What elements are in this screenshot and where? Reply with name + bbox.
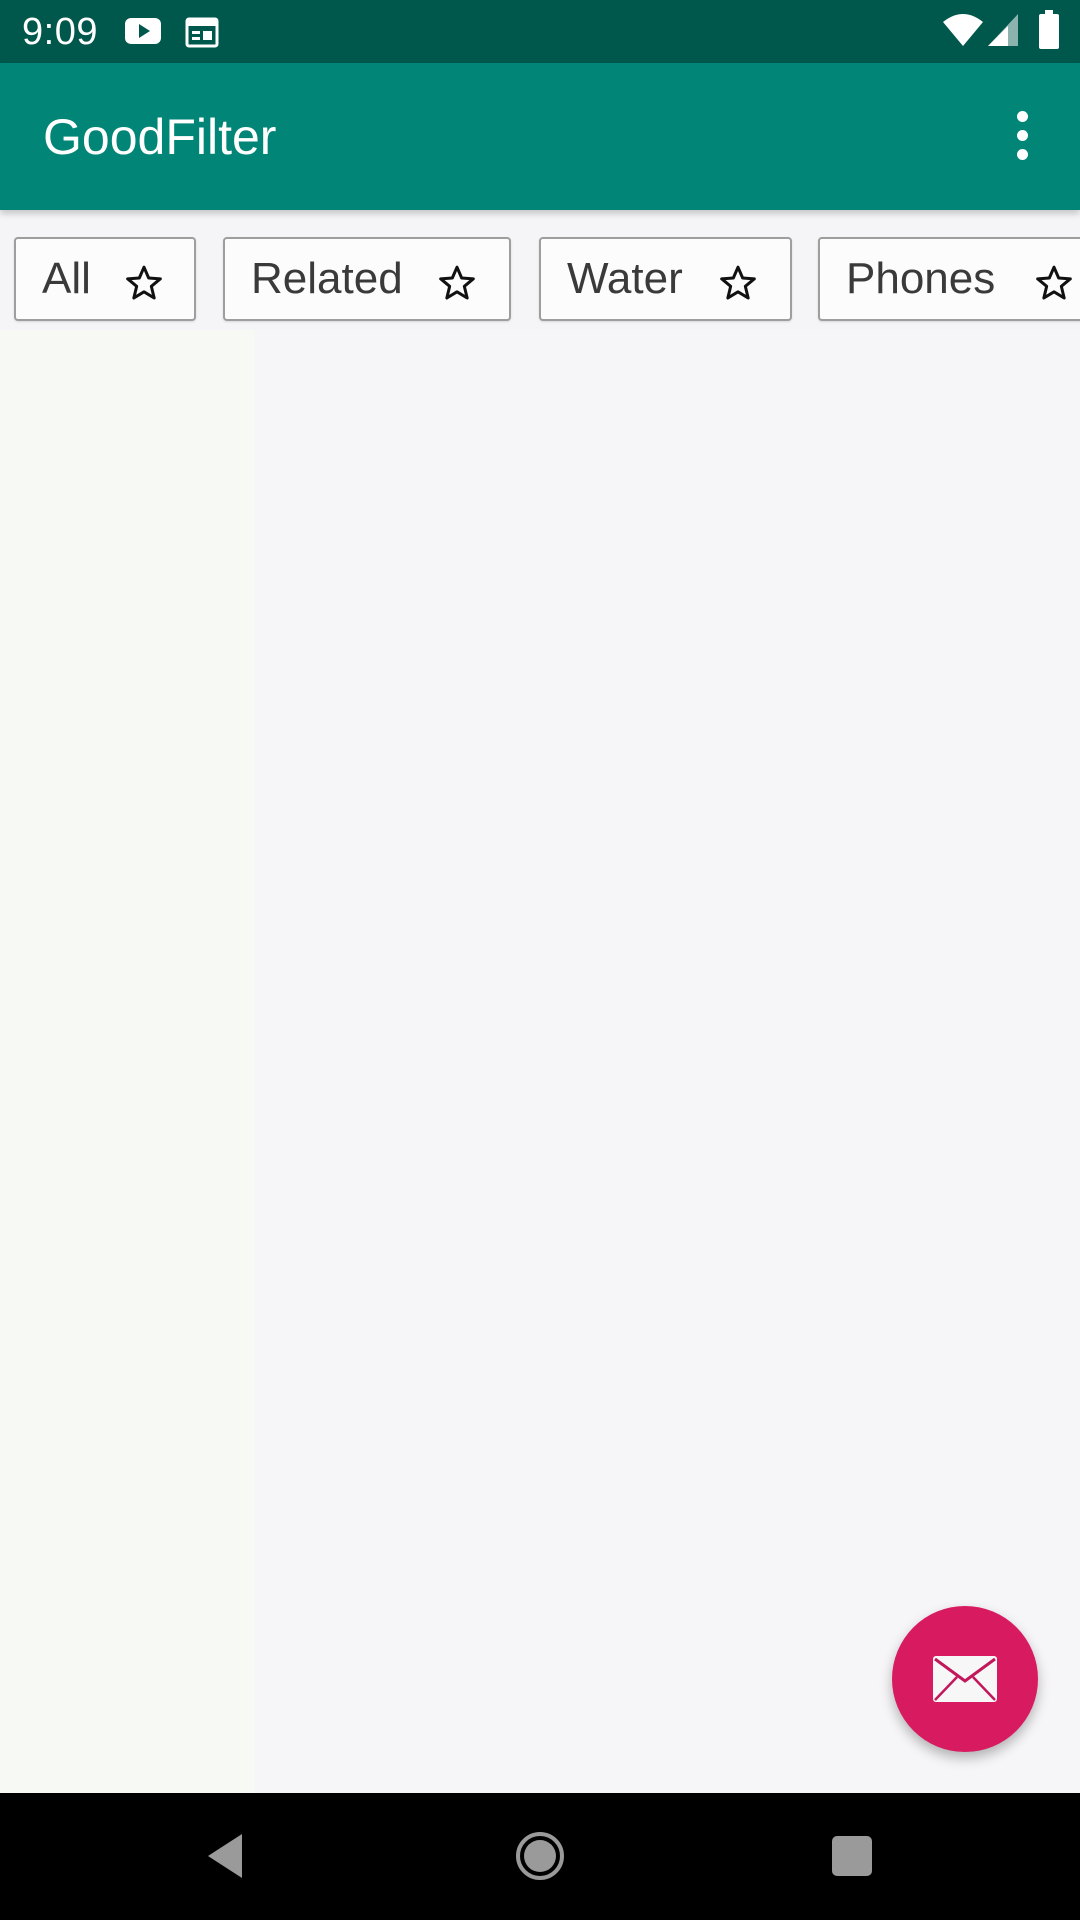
star-outline-icon[interactable] <box>437 263 477 303</box>
envelope-icon <box>933 1656 997 1702</box>
menu-dot <box>1016 110 1028 122</box>
wifi-icon <box>943 14 983 46</box>
chip-related[interactable]: Related <box>223 237 511 321</box>
chip-phones[interactable]: Phones <box>818 237 1080 321</box>
screen: 9:09 GoodFilter All Related Water Phones <box>0 0 1080 1920</box>
menu-dot <box>1016 129 1028 141</box>
battery-icon <box>1039 10 1059 49</box>
navigation-bar <box>0 1793 1080 1920</box>
app-bar: GoodFilter <box>0 63 1080 210</box>
app-title: GoodFilter <box>43 109 277 165</box>
chip-label: All <box>42 254 91 303</box>
chip-water[interactable]: Water <box>539 237 792 321</box>
calendar-icon <box>185 17 219 48</box>
star-outline-icon[interactable] <box>124 263 164 303</box>
compose-fab[interactable] <box>892 1606 1038 1752</box>
chip-label: Related <box>251 254 403 303</box>
filter-chip-row[interactable]: All Related Water Phones <box>0 235 1080 327</box>
back-icon[interactable] <box>196 1826 256 1886</box>
star-outline-icon[interactable] <box>718 263 758 303</box>
recents-icon[interactable] <box>822 1826 882 1886</box>
signal-icon <box>988 14 1018 46</box>
home-icon[interactable] <box>510 1826 570 1886</box>
chip-label: Water <box>567 254 683 303</box>
more-vert-icon[interactable] <box>1000 103 1044 167</box>
chip-all[interactable]: All <box>14 237 196 321</box>
star-outline-icon[interactable] <box>1034 263 1074 303</box>
status-time: 9:09 <box>22 11 98 53</box>
chip-label: Phones <box>846 254 996 303</box>
youtube-icon <box>125 18 161 44</box>
content-area <box>0 330 1080 1793</box>
status-bar: 9:09 <box>0 0 1080 63</box>
menu-dot <box>1016 148 1028 160</box>
